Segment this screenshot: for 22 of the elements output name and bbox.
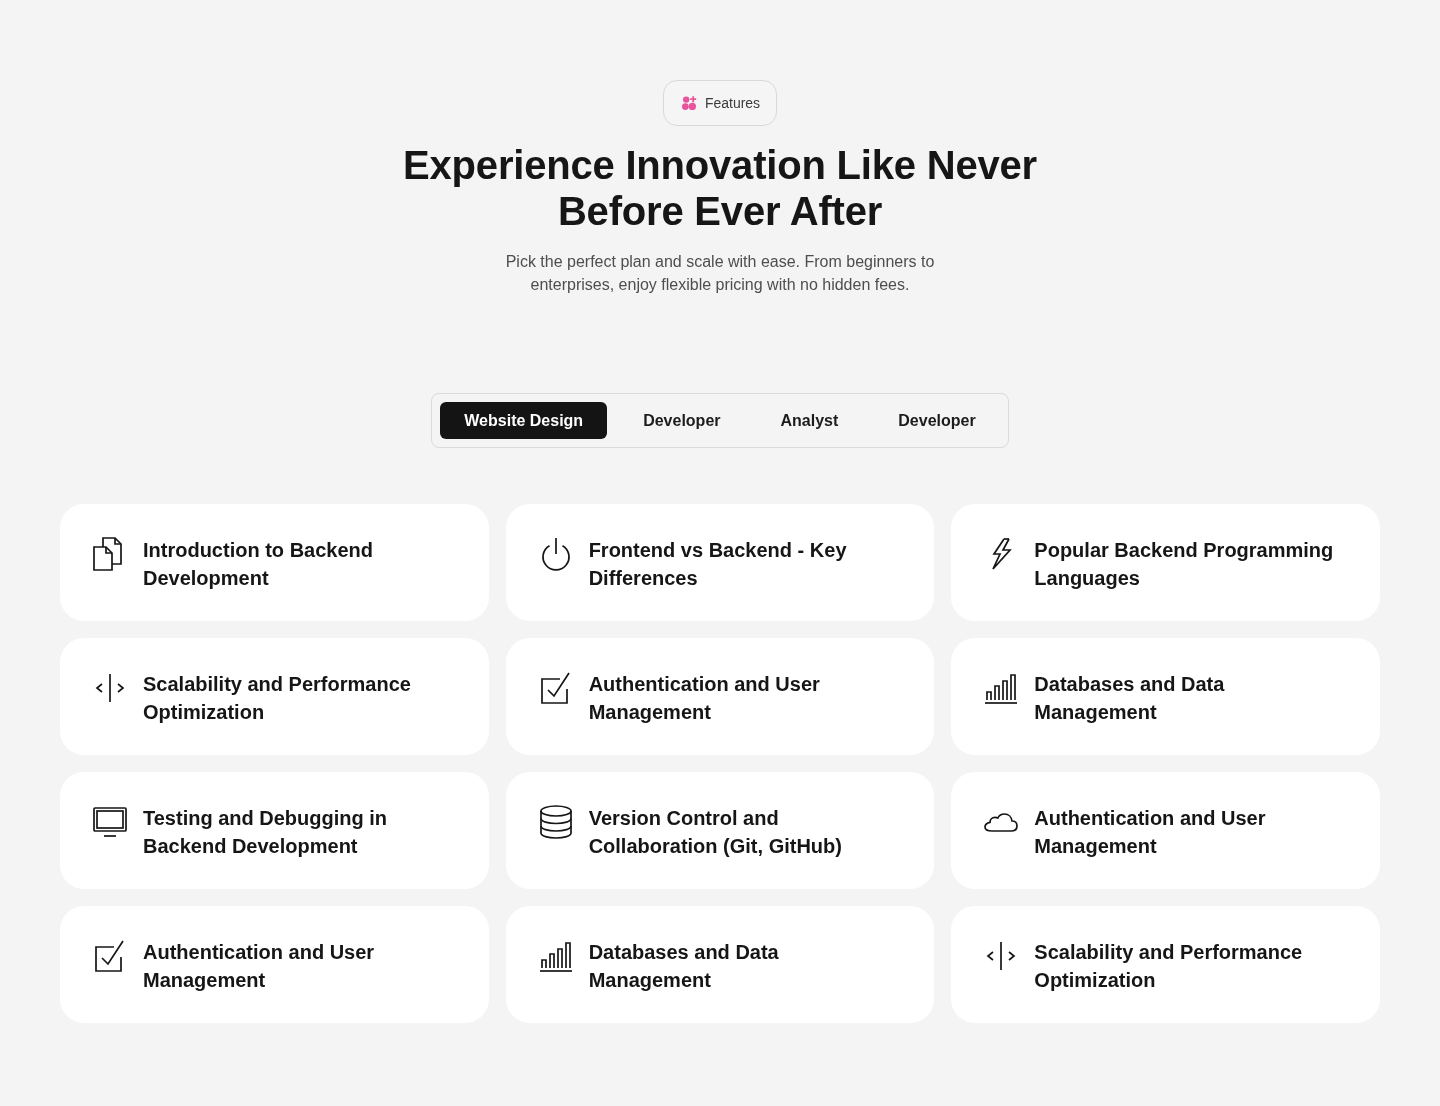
card-title: Popular Backend Programming Languages [1034,538,1335,591]
category-tab[interactable]: Website Design [440,402,608,439]
card-title: Scalability and Performance Optimization [143,672,412,725]
page-subtitle: Pick the perfect plan and scale with ease. From beginners to enterprises, enjoy flexible pricing with no hidden fees. [504,252,936,295]
card-title: Version Control and Collaboration (Git, GitHub) [588,806,843,859]
badge-label: Features [704,95,761,111]
card-title: Testing and Debugging in Backend Development [143,806,389,859]
card-title: Databases and Data Management [588,940,780,993]
category-tab[interactable]: Developer [874,402,1000,439]
circles-sparkle-icon [680,95,697,111]
card-title: Authentication and User Management [588,672,821,725]
card-title: Authentication and User Management [143,940,376,993]
card-title: Introduction to Backend Development [143,538,374,591]
database-icon [537,804,574,840]
card-title: Authentication and User Management [1034,806,1267,859]
category-tab[interactable]: Developer [619,402,745,439]
card-title: Frontend vs Backend - Key Differences [588,538,848,591]
card-title: Scalability and Performance Optimization [1034,940,1304,993]
monitor-icon [92,804,128,840]
page-title: Experience Innovation Like Never Before Ever After [402,142,1038,234]
category-tab[interactable]: Analyst [756,402,863,439]
card-title: Databases and Data Management [1034,672,1226,725]
